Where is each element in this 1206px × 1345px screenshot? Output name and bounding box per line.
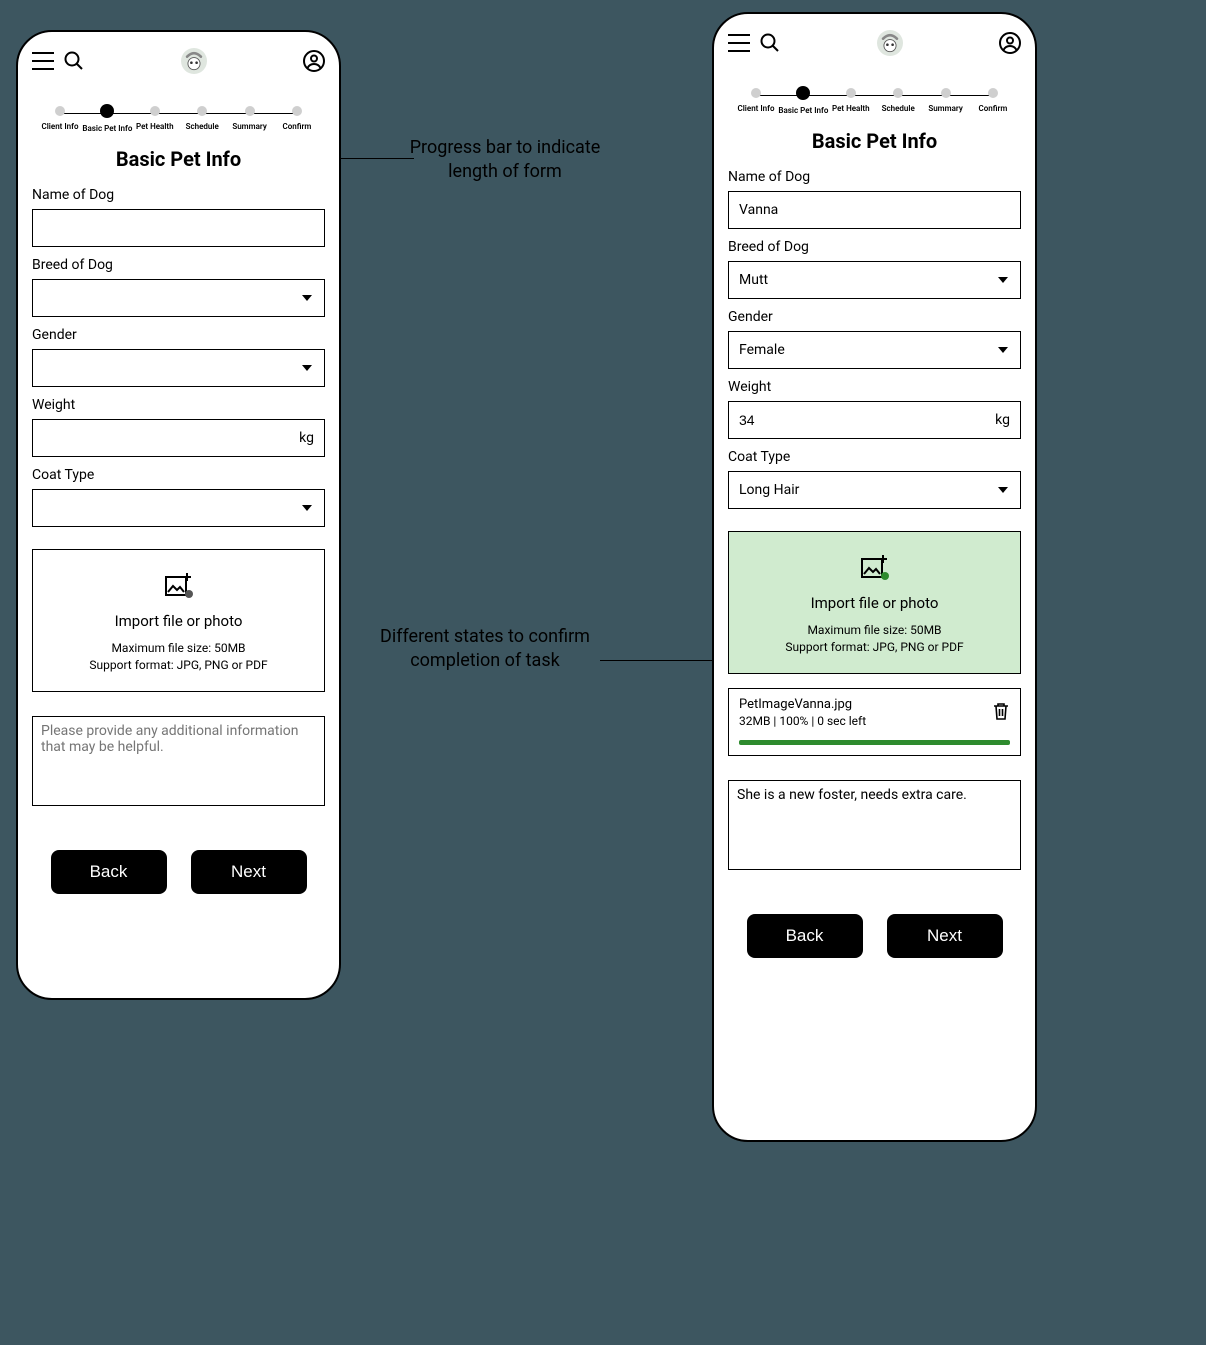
app-logo (181, 48, 207, 74)
menu-icon[interactable] (32, 52, 54, 70)
label-weight: Weight (728, 379, 1021, 395)
search-icon[interactable] (760, 33, 780, 53)
weight-input[interactable]: kg (728, 401, 1021, 439)
dog-name-input[interactable] (32, 209, 325, 247)
file-name: PetImageVanna.jpg (739, 697, 1010, 712)
breed-select[interactable]: Mutt (728, 261, 1021, 299)
chevron-down-icon (302, 365, 312, 371)
menu-icon[interactable] (728, 34, 750, 52)
step-label: Summary (232, 122, 266, 131)
upload-formats: Support format: JPG, PNG or PDF (741, 639, 1008, 656)
weight-input[interactable]: kg (32, 419, 325, 457)
account-icon[interactable] (999, 32, 1021, 54)
image-add-icon (165, 583, 193, 602)
topbar (32, 46, 325, 76)
gender-value: Female (739, 342, 785, 358)
breed-select[interactable] (32, 279, 325, 317)
label-weight: Weight (32, 397, 325, 413)
weight-unit: kg (299, 430, 314, 446)
notes-textarea[interactable] (32, 716, 325, 806)
breed-value: Mutt (739, 272, 768, 288)
upload-progress-bar (739, 740, 1010, 745)
connector-line (600, 660, 730, 661)
file-upload-dropzone-success[interactable]: Import file or photo Maximum file size: … (728, 531, 1021, 674)
gender-select[interactable]: Female (728, 331, 1021, 369)
upload-max-size: Maximum file size: 50MB (45, 640, 312, 657)
chevron-down-icon (302, 505, 312, 511)
phone-frame-filled: Client Info Basic Pet Info Pet Health Sc… (712, 12, 1037, 1142)
step-label: Summary (928, 104, 962, 113)
step-label: Basic Pet Info (778, 106, 828, 115)
label-dog-name: Name of Dog (728, 169, 1021, 185)
label-breed: Breed of Dog (32, 257, 325, 273)
file-meta: 32MB | 100% | 0 sec left (739, 714, 1010, 728)
upload-title: Import file or photo (45, 612, 312, 630)
back-button[interactable]: Back (747, 914, 863, 958)
chevron-down-icon (998, 347, 1008, 353)
progress-stepper: Client Info Basic Pet Info Pet Health Sc… (734, 88, 1015, 115)
coat-value: Long Hair (739, 482, 799, 498)
step-label: Basic Pet Info (82, 124, 132, 133)
file-upload-dropzone[interactable]: Import file or photo Maximum file size: … (32, 549, 325, 692)
search-icon[interactable] (64, 51, 84, 71)
topbar (728, 28, 1021, 58)
page-title: Basic Pet Info (32, 147, 325, 171)
label-coat: Coat Type (728, 449, 1021, 465)
step-label: Client Info (42, 122, 79, 131)
label-coat: Coat Type (32, 467, 325, 483)
coat-select[interactable]: Long Hair (728, 471, 1021, 509)
dog-name-input[interactable] (728, 191, 1021, 229)
trash-icon[interactable] (992, 701, 1010, 725)
annotation-progress: Progress bar to indicate length of form (400, 136, 610, 185)
coat-select[interactable] (32, 489, 325, 527)
weight-unit: kg (995, 412, 1010, 428)
back-button[interactable]: Back (51, 850, 167, 894)
image-add-success-icon (861, 565, 889, 584)
progress-stepper: Client Info Basic Pet Info Pet Health Sc… (38, 106, 319, 133)
label-gender: Gender (32, 327, 325, 343)
upload-max-size: Maximum file size: 50MB (741, 622, 1008, 639)
chevron-down-icon (302, 295, 312, 301)
label-breed: Breed of Dog (728, 239, 1021, 255)
step-label: Confirm (283, 122, 312, 131)
upload-formats: Support format: JPG, PNG or PDF (45, 657, 312, 674)
step-label: Confirm (979, 104, 1008, 113)
step-label: Schedule (882, 104, 915, 113)
connector-line (330, 158, 414, 159)
notes-textarea[interactable] (728, 780, 1021, 870)
chevron-down-icon (998, 277, 1008, 283)
step-label: Client Info (738, 104, 775, 113)
gender-select[interactable] (32, 349, 325, 387)
phone-frame-empty: Client Info Basic Pet Info Pet Health Sc… (16, 30, 341, 1000)
chevron-down-icon (998, 487, 1008, 493)
label-gender: Gender (728, 309, 1021, 325)
next-button[interactable]: Next (191, 850, 307, 894)
step-label: Pet Health (136, 122, 174, 131)
annotation-states: Different states to confirm completion o… (360, 625, 610, 674)
step-label: Pet Health (832, 104, 870, 113)
app-logo (877, 30, 903, 56)
page-title: Basic Pet Info (728, 129, 1021, 153)
upload-title: Import file or photo (741, 594, 1008, 612)
uploaded-file-item: PetImageVanna.jpg 32MB | 100% | 0 sec le… (728, 688, 1021, 756)
account-icon[interactable] (303, 50, 325, 72)
next-button[interactable]: Next (887, 914, 1003, 958)
step-label: Schedule (186, 122, 219, 131)
label-dog-name: Name of Dog (32, 187, 325, 203)
